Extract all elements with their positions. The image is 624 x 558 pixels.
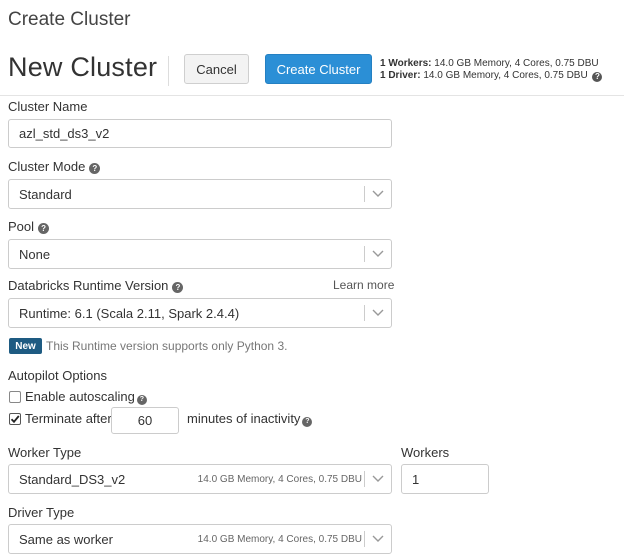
- driver-type-label: Driver Type: [8, 505, 75, 520]
- chevron-down-icon: [365, 250, 391, 258]
- workers-summary-value: 14.0 GB Memory, 4 Cores, 0.75 DBU: [434, 58, 599, 69]
- driver-type-hint: 14.0 GB Memory, 4 Cores, 0.75 DBU: [197, 533, 362, 545]
- cluster-name-input[interactable]: azl_std_ds3_v2: [8, 119, 392, 148]
- chevron-down-icon: [365, 475, 391, 483]
- terminate-minutes-value: 60: [137, 413, 153, 428]
- worker-type-label: Worker Type: [8, 445, 82, 460]
- runtime-value: Runtime: 6.1 (Scala 2.11, Spark 2.4.4): [19, 305, 240, 321]
- summary-help-icon[interactable]: ?: [592, 72, 603, 82]
- chevron-down-icon: [365, 190, 391, 198]
- driver-summary: 1 Driver: 14.0 GB Memory, 4 Cores, 0.75 …: [380, 70, 603, 82]
- runtime-note: This Runtime version supports only Pytho…: [46, 339, 288, 353]
- inactivity-label: minutes of inactivity?: [187, 411, 313, 427]
- pool-select[interactable]: None: [8, 239, 392, 269]
- workers-summary: 1 Workers: 14.0 GB Memory, 4 Cores, 0.75…: [380, 58, 602, 70]
- title-divider: [168, 56, 169, 86]
- driver-summary-label: 1 Driver:: [380, 70, 421, 81]
- cluster-mode-help-icon[interactable]: ?: [89, 163, 101, 174]
- autoscaling-help-icon[interactable]: ?: [136, 395, 147, 405]
- runtime-select[interactable]: Runtime: 6.1 (Scala 2.11, Spark 2.4.4): [8, 298, 392, 328]
- enable-autoscaling-text: Enable autoscaling: [25, 389, 135, 404]
- terminate-after-checkbox[interactable]: [9, 413, 21, 425]
- page-header: Create Cluster: [8, 9, 131, 30]
- worker-type-hint: 14.0 GB Memory, 4 Cores, 0.75 DBU: [197, 473, 362, 485]
- autopilot-label: Autopilot Options: [8, 368, 108, 383]
- driver-type-select[interactable]: Same as worker 14.0 GB Memory, 4 Cores, …: [8, 524, 392, 554]
- cluster-summary: 1 Workers: 14.0 GB Memory, 4 Cores, 0.75…: [380, 58, 603, 82]
- inactivity-text: minutes of inactivity: [187, 411, 301, 426]
- workers-label: Workers: [401, 445, 450, 460]
- pool-help-icon[interactable]: ?: [38, 223, 50, 234]
- runtime-label: Databricks Runtime Version?: [8, 278, 184, 293]
- runtime-help-icon[interactable]: ?: [172, 282, 184, 293]
- enable-autoscaling-label: Enable autoscaling?: [25, 389, 147, 405]
- chevron-down-icon: [365, 309, 391, 317]
- pool-value: None: [19, 246, 51, 262]
- workers-summary-label: 1 Workers:: [380, 58, 432, 69]
- create-cluster-button[interactable]: Create Cluster: [265, 54, 372, 84]
- cluster-name-label: Cluster Name: [8, 99, 88, 114]
- cluster-mode-value: Standard: [19, 186, 72, 202]
- terminate-after-label: Terminate after: [25, 411, 112, 426]
- cluster-mode-label: Cluster Mode?: [8, 159, 101, 174]
- pool-label: Pool?: [8, 219, 50, 234]
- workers-input[interactable]: 1: [401, 464, 489, 494]
- worker-type-select[interactable]: Standard_DS3_v2 14.0 GB Memory, 4 Cores,…: [8, 464, 392, 494]
- cluster-name-value: azl_std_ds3_v2: [19, 126, 110, 141]
- runtime-label-text: Databricks Runtime Version: [8, 278, 169, 293]
- terminate-minutes-input[interactable]: 60: [111, 407, 179, 434]
- workers-value: 1: [412, 471, 420, 487]
- learn-more-link[interactable]: Learn more: [333, 278, 394, 292]
- driver-summary-value: 14.0 GB Memory, 4 Cores, 0.75 DBU: [423, 70, 588, 81]
- header-divider: [0, 95, 624, 96]
- cluster-title: New Cluster: [8, 52, 158, 82]
- cluster-mode-select[interactable]: Standard: [8, 179, 392, 209]
- new-badge: New: [9, 338, 42, 354]
- pool-label-text: Pool: [8, 219, 35, 234]
- cancel-button[interactable]: Cancel: [184, 54, 249, 84]
- chevron-down-icon: [365, 535, 391, 543]
- driver-type-value: Same as worker: [19, 531, 113, 547]
- enable-autoscaling-checkbox[interactable]: [9, 391, 21, 403]
- title-row: New Cluster Cancel Create Cluster 1 Work…: [0, 48, 624, 94]
- cluster-mode-label-text: Cluster Mode: [8, 159, 86, 174]
- checkmark-icon: [10, 415, 20, 424]
- worker-type-value: Standard_DS3_v2: [19, 471, 126, 487]
- inactivity-help-icon[interactable]: ?: [302, 417, 313, 427]
